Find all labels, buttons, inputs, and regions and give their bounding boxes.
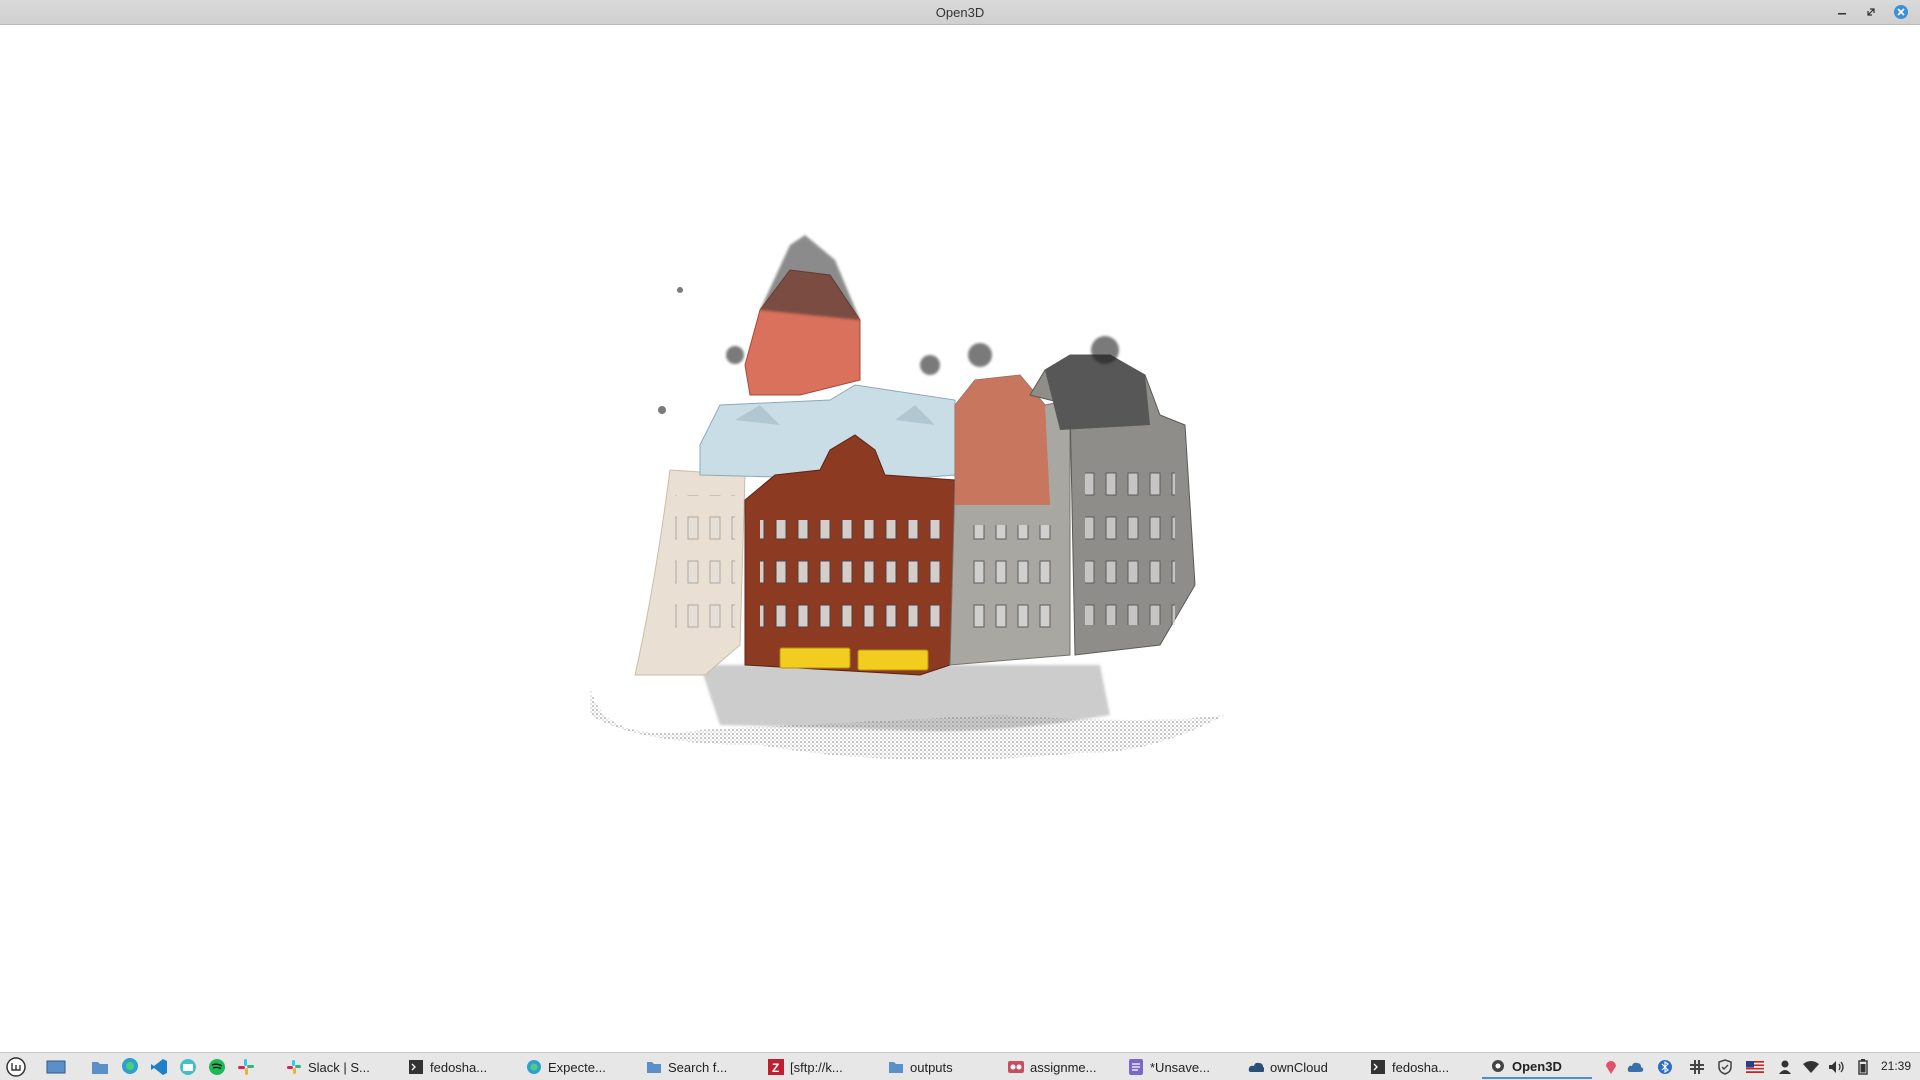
launcher-edge-beta[interactable]	[120, 1057, 140, 1077]
orange-tower	[744, 235, 861, 396]
task-label: *Unsave...	[1150, 1059, 1210, 1075]
grey-building	[949, 374, 1071, 666]
taskbar: Slack | S... fedosha... Expecte... Searc…	[0, 1052, 1920, 1080]
task-label: fedosha...	[430, 1059, 488, 1075]
terminal-icon	[408, 1059, 424, 1075]
task-label: fedosha...	[1392, 1059, 1450, 1075]
terminal-icon	[1370, 1059, 1386, 1075]
ground-cloud	[590, 665, 1225, 760]
bluetooth-icon	[1658, 1060, 1672, 1074]
minimize-button[interactable]	[1833, 3, 1851, 21]
wifi-icon	[1803, 1061, 1819, 1073]
task-slack[interactable]: Slack | S...	[286, 1055, 384, 1079]
open3d-gear-icon	[1490, 1058, 1506, 1074]
volume-icon	[1829, 1061, 1844, 1073]
task-edge[interactable]: Expecte...	[526, 1055, 626, 1079]
task-label: ownCloud	[1270, 1059, 1328, 1075]
tray-network[interactable]	[1802, 1057, 1820, 1077]
tray-updates[interactable]	[1627, 1057, 1645, 1077]
text-editor-icon	[1128, 1059, 1144, 1075]
task-text-editor[interactable]: *Unsave...	[1128, 1055, 1228, 1079]
close-button[interactable]	[1892, 3, 1910, 21]
window-titlebar[interactable]: Open3D	[0, 0, 1920, 25]
filezilla-icon: Z	[768, 1059, 784, 1075]
shield-icon	[1718, 1059, 1732, 1075]
folder-icon	[646, 1059, 662, 1075]
edge-beta-icon	[122, 1058, 138, 1074]
tray-location[interactable]	[1602, 1057, 1620, 1077]
user-icon	[1779, 1060, 1791, 1074]
desktop-icon	[46, 1060, 66, 1074]
us-flag-icon	[1746, 1061, 1764, 1073]
show-desktop-button[interactable]	[46, 1057, 66, 1077]
task-label: [sftp://k...	[790, 1059, 843, 1075]
launcher-mail[interactable]	[178, 1057, 198, 1077]
start-menu-button[interactable]	[6, 1057, 26, 1077]
tray-user[interactable]	[1776, 1057, 1794, 1077]
task-terminal-2[interactable]: fedosha...	[1370, 1055, 1466, 1079]
owncloud-icon	[1248, 1059, 1264, 1075]
slack-icon	[286, 1059, 302, 1075]
slack-icon	[238, 1059, 254, 1075]
clock[interactable]: 21:39	[1881, 1059, 1911, 1073]
linux-mint-menu-icon	[6, 1057, 26, 1077]
task-filezilla[interactable]: Z [sftp://k...	[768, 1055, 868, 1079]
task-terminal-1[interactable]: fedosha...	[408, 1055, 504, 1079]
launcher-slack[interactable]	[236, 1057, 256, 1077]
battery-icon	[1858, 1059, 1868, 1075]
tray-battery[interactable]	[1854, 1057, 1872, 1077]
beige-building	[634, 469, 746, 676]
window-title: Open3D	[935, 5, 985, 20]
spotify-icon	[209, 1059, 225, 1075]
task-label: outputs	[910, 1059, 953, 1075]
folder-icon	[92, 1062, 108, 1074]
folder-icon	[888, 1059, 904, 1075]
tray-volume[interactable]	[1828, 1057, 1846, 1077]
task-label: Expecte...	[548, 1059, 606, 1075]
launcher-spotify[interactable]	[207, 1057, 227, 1077]
maximize-button[interactable]	[1862, 3, 1880, 21]
slack-tray-icon	[1690, 1060, 1704, 1074]
vscode-icon	[151, 1059, 167, 1075]
task-outputs-folder[interactable]: outputs	[888, 1055, 984, 1079]
tray-slack[interactable]	[1688, 1057, 1706, 1077]
launcher-vscode[interactable]	[149, 1057, 169, 1077]
close-icon	[1897, 8, 1905, 16]
restore-icon	[1867, 8, 1875, 16]
task-label: assignme...	[1030, 1059, 1097, 1075]
task-label: Search f...	[668, 1059, 728, 1075]
document-viewer-icon	[1008, 1059, 1024, 1075]
update-shield-icon	[1627, 1062, 1644, 1072]
launcher-files[interactable]	[90, 1057, 110, 1077]
open3d-viewport[interactable]	[0, 25, 1920, 1052]
edge-beta-icon	[526, 1059, 542, 1075]
tray-bluetooth[interactable]	[1656, 1057, 1674, 1077]
svg-text:Z: Z	[772, 1061, 779, 1075]
minimize-icon	[1838, 13, 1846, 15]
task-label: Open3D	[1512, 1058, 1562, 1074]
task-open3d[interactable]: Open3D	[1482, 1055, 1592, 1079]
task-search-files[interactable]: Search f...	[646, 1055, 746, 1079]
task-document-viewer[interactable]: assignme...	[1008, 1055, 1110, 1079]
tray-security[interactable]	[1716, 1057, 1734, 1077]
tray-keyboard-layout[interactable]	[1746, 1057, 1764, 1077]
task-owncloud[interactable]: ownCloud	[1248, 1055, 1348, 1079]
task-label: Slack | S...	[308, 1059, 370, 1075]
location-pin-icon	[1606, 1061, 1616, 1074]
mail-icon	[180, 1059, 196, 1075]
point-cloud-render	[590, 235, 1225, 760]
